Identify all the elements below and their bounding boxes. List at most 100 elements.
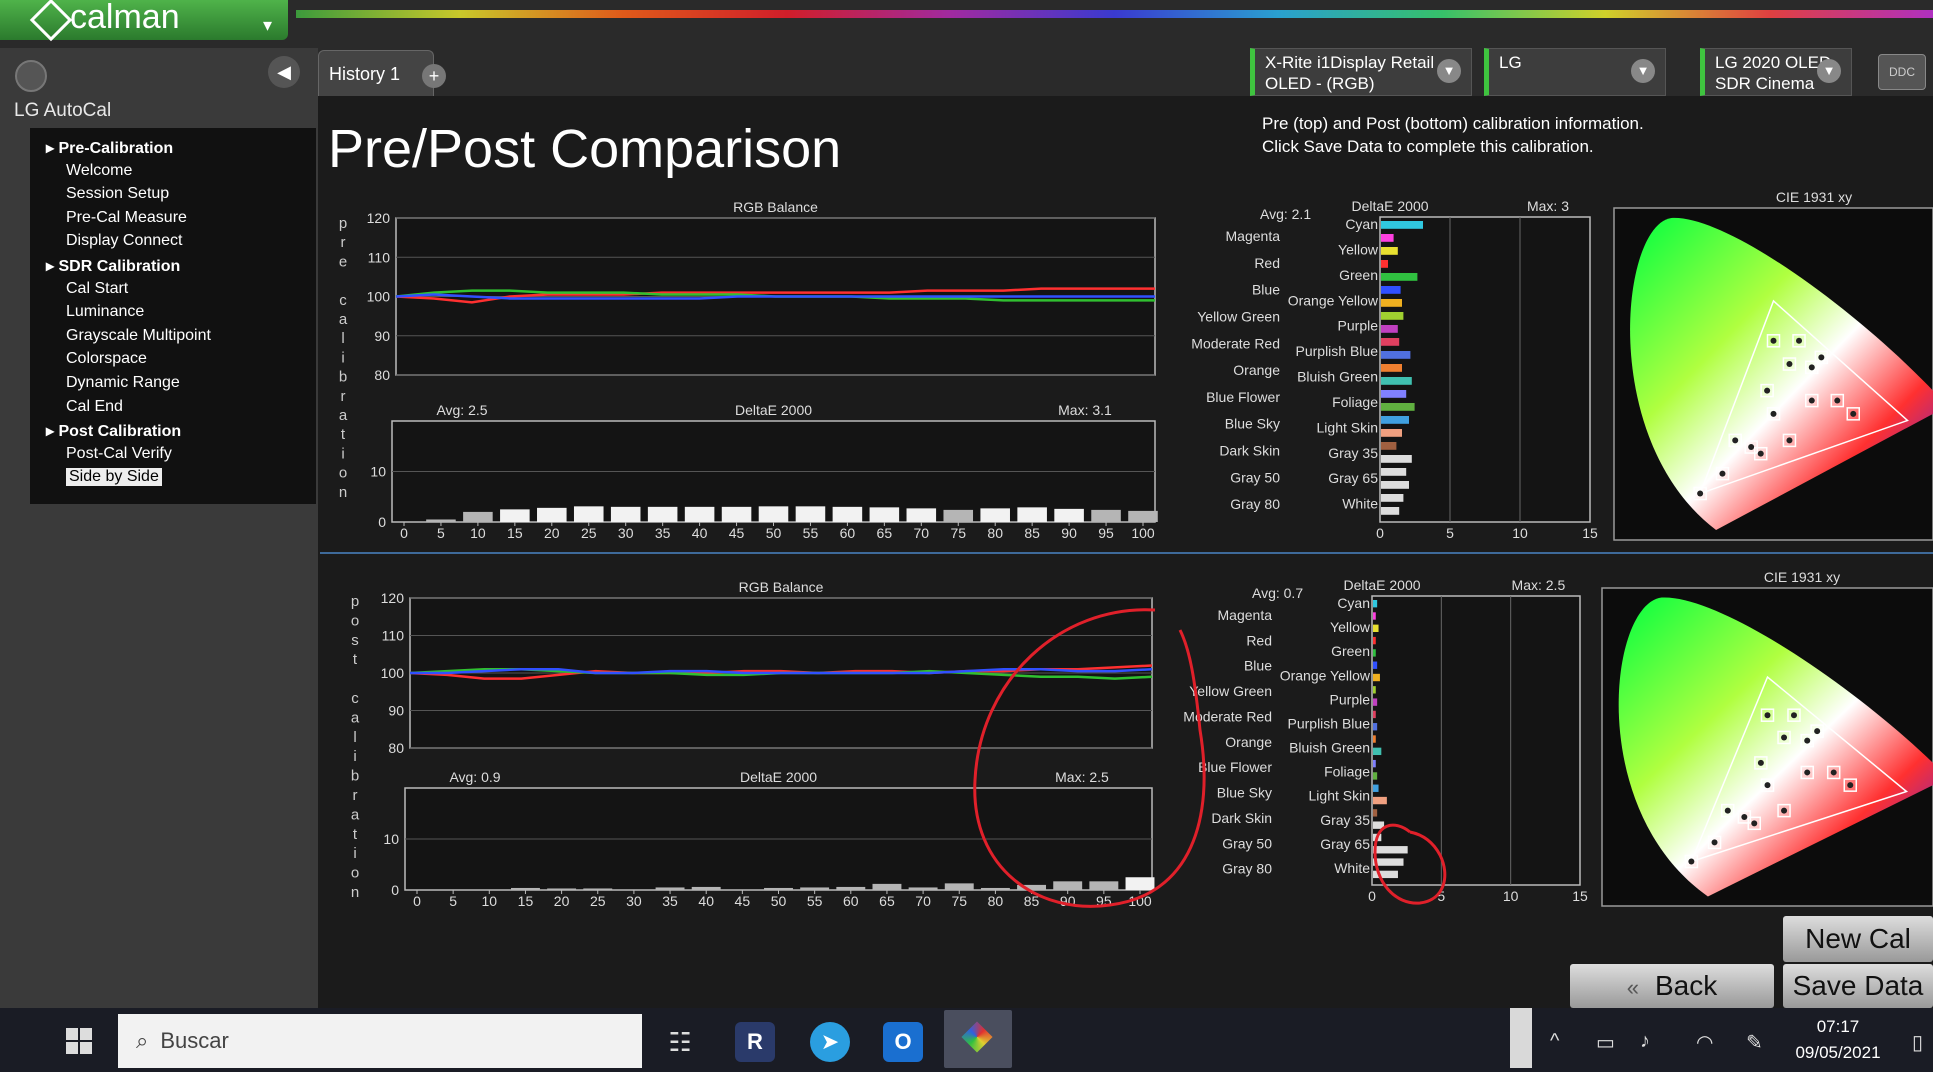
cie-measured-point	[1741, 813, 1748, 820]
colorchecker-de-category-label: Gray 35	[1328, 445, 1378, 461]
cie-measured-point	[1834, 397, 1841, 404]
grayscale-de-x-tick: 60	[840, 525, 856, 541]
colorchecker-de-x-tick: 10	[1512, 525, 1528, 541]
colorchecker-de-category-label: Yellow	[1330, 619, 1371, 635]
colorchecker-de-category-label: Gray 65	[1328, 470, 1378, 486]
post-vertical-label-char: i	[353, 748, 356, 765]
telegram-icon[interactable]: ➤	[810, 1022, 850, 1062]
grayscale-de-y-tick: 0	[378, 514, 386, 530]
taskbar-search-input[interactable]: ⌕ Buscar	[118, 1014, 642, 1068]
grayscale-de-bar	[426, 519, 456, 522]
grayscale-de-x-tick: 25	[581, 525, 597, 541]
grayscale-de-x-tick: 80	[988, 893, 1004, 909]
grayscale-de-x-tick: 50	[771, 893, 787, 909]
colorchecker-de-bar	[1373, 710, 1376, 719]
colorchecker-de-title: DeltaE 2000	[1343, 577, 1420, 593]
grayscale-de-bar	[537, 507, 567, 522]
post-vertical-label-char: p	[351, 593, 359, 610]
grayscale-de-x-tick: 5	[437, 525, 445, 541]
grayscale-de-x-tick: 55	[807, 893, 823, 909]
colorchecker-de-bar	[1381, 247, 1398, 255]
save-data-button[interactable]: Save Data	[1783, 964, 1933, 1008]
grayscale-de-x-tick: 90	[1061, 525, 1077, 541]
battery-icon[interactable]: ▭	[1596, 1030, 1615, 1055]
colorchecker-de-bar	[1381, 325, 1398, 333]
grayscale-de-avg: Avg: 2.5	[436, 402, 487, 418]
back-label: Back	[1655, 970, 1718, 1001]
cie-measured-point	[1781, 807, 1788, 814]
chevron-up-icon[interactable]: ^	[1550, 1030, 1559, 1053]
cie-measured-point	[1804, 769, 1811, 776]
colorchecker-de-category-label: Gray 65	[1320, 836, 1370, 852]
grayscale-de-x-tick: 45	[735, 893, 751, 909]
new-cal-button[interactable]: New Cal	[1783, 916, 1933, 962]
cie-measured-point	[1732, 437, 1739, 444]
grayscale-de-bar	[1017, 507, 1047, 522]
grayscale-de-bar	[980, 508, 1010, 522]
colorchecker-de-bar	[1381, 403, 1415, 411]
clock-time: 07:17	[1816, 1017, 1860, 1036]
grayscale-de-bar	[1053, 881, 1083, 890]
post-vertical-label-char: l	[353, 729, 356, 746]
app-r-icon[interactable]: R	[735, 1022, 775, 1062]
volume-icon[interactable]: ♪	[1640, 1030, 1650, 1053]
grayscale-de-bar	[980, 887, 1010, 890]
post-vertical-label-char: a	[351, 806, 360, 823]
colorchecker-de-bar	[1373, 846, 1408, 854]
cie-measured-point	[1814, 728, 1821, 735]
grayscale-de-bar	[655, 887, 685, 890]
grayscale-de-bar	[1054, 508, 1084, 522]
notification-icon[interactable]: ▯	[1912, 1030, 1923, 1055]
pen-icon[interactable]: ✎	[1746, 1030, 1763, 1055]
grayscale-de-bar	[800, 887, 830, 890]
colorchecker-de-category-label: Orange Yellow	[1288, 292, 1379, 308]
grayscale-de-bar	[758, 506, 789, 522]
grayscale-de-x-tick: 80	[987, 525, 1003, 541]
taskbar-clock[interactable]: 07:17 09/05/2021	[1788, 1014, 1888, 1066]
cie-measured-point	[1764, 387, 1771, 394]
grayscale-de-bar	[1125, 877, 1155, 890]
grayscale-de-title: DeltaE 2000	[735, 402, 812, 418]
grayscale-de-x-tick: 20	[554, 893, 570, 909]
colorchecker-de-category-label: Purplish Blue	[1296, 343, 1379, 359]
colorchecker-de-left-label: Gray 50	[1230, 469, 1280, 485]
colorchecker-de-left-label: Magenta	[1226, 228, 1281, 244]
task-view-icon[interactable]: ☷	[660, 1022, 700, 1062]
outlook-icon[interactable]: O	[883, 1022, 923, 1062]
colorchecker-de-left-label: Gray 80	[1230, 496, 1280, 512]
scroll-strip[interactable]	[1510, 1008, 1532, 1068]
colorchecker-de-max: Max: 3	[1527, 198, 1569, 214]
calman-taskbar-icon[interactable]	[944, 1010, 1012, 1068]
grayscale-de-bar	[906, 508, 937, 522]
colorchecker-de-left-label: Blue Flower	[1206, 389, 1280, 405]
grayscale-de-x-tick: 75	[951, 893, 967, 909]
grayscale-de-x-tick: 15	[507, 525, 523, 541]
windows-start-icon[interactable]	[66, 1028, 92, 1054]
back-button[interactable]: « Back	[1570, 964, 1774, 1008]
rgb-balance-y-tick: 90	[388, 703, 404, 719]
post-vertical-label-char: b	[351, 768, 359, 785]
grayscale-de-bar	[500, 509, 530, 522]
cie-measured-point	[1757, 450, 1764, 457]
charts-layer: precalibrationpostcalibrationRGB Balance…	[320, 189, 1933, 909]
colorchecker-de-category-label: Orange Yellow	[1280, 667, 1371, 683]
grayscale-de-x-tick: 40	[692, 525, 708, 541]
colorchecker-de-plot-area	[1371, 595, 1581, 886]
grayscale-de-bar	[795, 506, 826, 522]
grayscale-de-x-tick: 30	[618, 525, 634, 541]
colorchecker-de-left-label: Gray 50	[1222, 835, 1272, 851]
grayscale-de-bar	[869, 507, 900, 522]
colorchecker-de-avg: Avg: 0.7	[1252, 585, 1303, 601]
cie-measured-point	[1850, 410, 1857, 417]
colorchecker-de-bar	[1381, 221, 1423, 229]
double-chevron-left-icon: «	[1626, 975, 1639, 1000]
grayscale-de-bar	[547, 888, 577, 890]
cie-diagram-title: CIE 1931 xy	[1764, 569, 1840, 585]
cie-measured-point	[1804, 737, 1811, 744]
pre-vertical-label-char: i	[341, 349, 344, 366]
colorchecker-de-left-label: Red	[1246, 632, 1272, 648]
cie-measured-point	[1724, 807, 1731, 814]
colorchecker-de-title: DeltaE 2000	[1351, 198, 1428, 214]
wifi-icon[interactable]: ◠	[1696, 1030, 1713, 1055]
post-vertical-label-char: t	[353, 651, 358, 668]
